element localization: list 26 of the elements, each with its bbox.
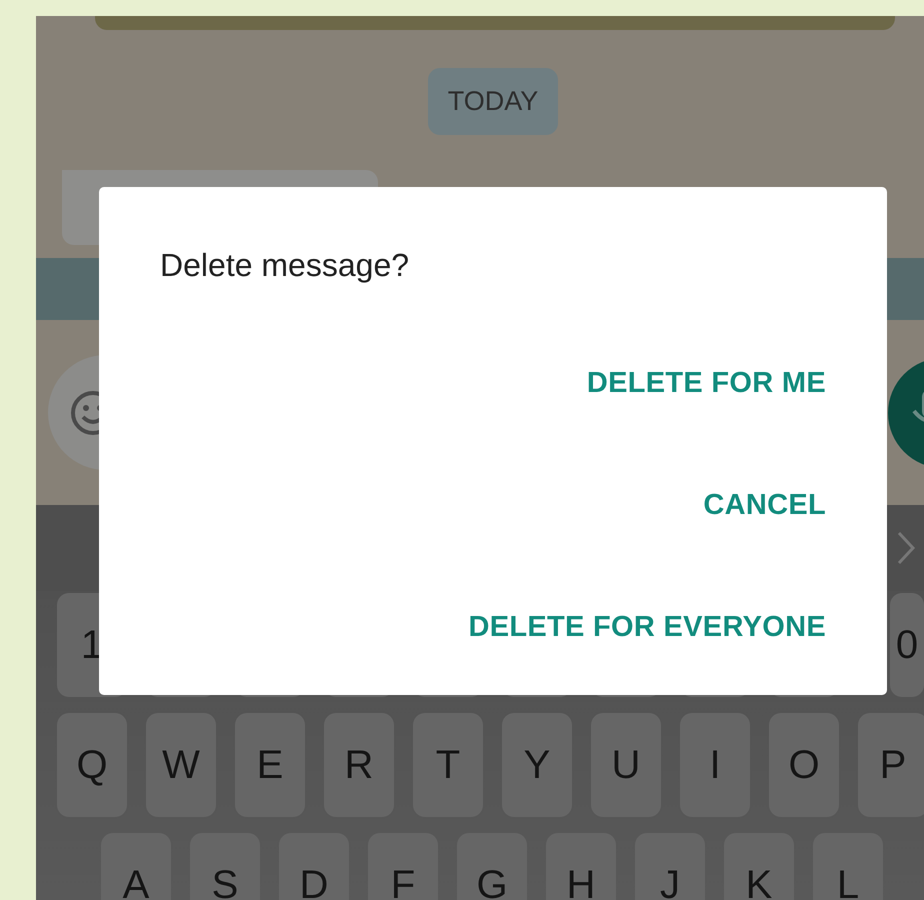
keyboard-key[interactable]: F xyxy=(368,833,438,900)
keyboard-key[interactable]: O xyxy=(769,713,839,817)
keyboard-key[interactable]: D xyxy=(279,833,349,900)
dialog-action-button[interactable]: DELETE FOR EVERYONE xyxy=(468,587,826,667)
keyboard-key[interactable]: Y xyxy=(502,713,572,817)
keyboard-key[interactable]: R xyxy=(324,713,394,817)
keyboard-key[interactable]: P xyxy=(858,713,924,817)
keyboard-key[interactable]: E xyxy=(235,713,305,817)
dialog-title: Delete message? xyxy=(160,246,410,285)
dialog-action-button[interactable]: DELETE FOR ME xyxy=(586,343,826,423)
keyboard-key[interactable]: H xyxy=(546,833,616,900)
keyboard-key[interactable]: U xyxy=(591,713,661,817)
date-chip: TODAY xyxy=(428,68,558,135)
keyboard-key[interactable]: T xyxy=(413,713,483,817)
keyboard-key[interactable]: A xyxy=(101,833,171,900)
chevron-right-icon[interactable] xyxy=(896,530,916,566)
keyboard-key[interactable]: W xyxy=(146,713,216,817)
keyboard-key[interactable]: J xyxy=(635,833,705,900)
keyboard-key[interactable]: G xyxy=(457,833,527,900)
keyboard-key[interactable]: L xyxy=(813,833,883,900)
keyboard-key[interactable]: S xyxy=(190,833,260,900)
keyboard-key[interactable]: I xyxy=(680,713,750,817)
keyboard-key[interactable]: Q xyxy=(57,713,127,817)
keyboard-key[interactable]: K xyxy=(724,833,794,900)
dialog-action-button[interactable]: CANCEL xyxy=(703,465,826,545)
keyboard-key[interactable]: 0 xyxy=(890,593,924,697)
